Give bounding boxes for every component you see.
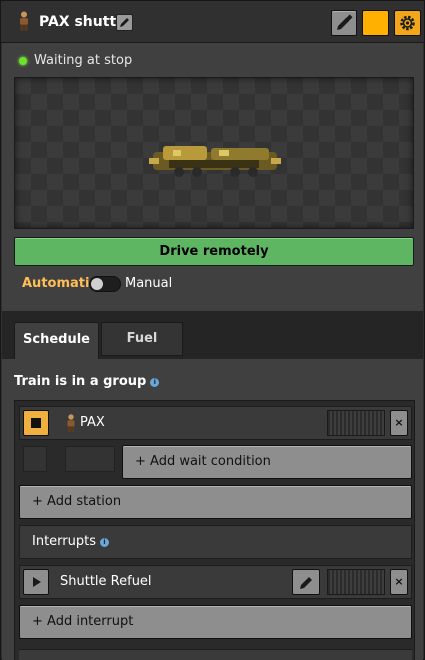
tab-fuel[interactable]: Fuel — [101, 322, 183, 356]
condition-slot — [23, 446, 47, 472]
list-footer — [19, 649, 412, 660]
add-station-button[interactable]: + Add station — [19, 485, 412, 519]
condition-slot — [65, 446, 115, 472]
schedule-list: PAX × + Add wait condition + Add station… — [14, 400, 415, 660]
drive-remotely-button[interactable]: Drive remotely — [14, 237, 414, 266]
train-preview[interactable] — [14, 77, 414, 229]
status-text: Waiting at stop — [34, 53, 133, 68]
color-picker-button[interactable] — [331, 10, 357, 36]
automatic-label[interactable]: Automatic — [22, 276, 97, 291]
rename-button[interactable] — [116, 14, 133, 31]
play-icon — [33, 577, 41, 587]
pencil-icon — [120, 18, 129, 27]
interrupt-name[interactable]: Shuttle Refuel — [60, 574, 152, 589]
remove-station-button[interactable]: × — [390, 410, 408, 436]
mode-toggle-switch[interactable] — [89, 276, 121, 292]
info-icon[interactable]: i — [150, 378, 160, 387]
train-overview: Waiting at stop Drive remotely Automatic — [2, 43, 423, 311]
gear-icon — [400, 15, 415, 31]
add-interrupt-button[interactable]: + Add interrupt — [19, 605, 412, 639]
station-name[interactable]: PAX — [80, 415, 105, 430]
stop-toggle-button[interactable] — [23, 410, 49, 436]
interrupt-item[interactable]: Shuttle Refuel × — [19, 565, 412, 599]
interrupts-label: Interrupts i — [32, 534, 109, 549]
interrupts-header: Interrupts i — [19, 525, 412, 559]
settings-button[interactable] — [394, 10, 421, 36]
title-bar[interactable]: PAX shuttle — [1, 1, 424, 43]
train-window: PAX shuttle Waiting at stop Drive remote… — [0, 0, 425, 660]
person-icon — [20, 11, 28, 31]
status-indicator-icon — [19, 57, 27, 65]
schedule-record[interactable]: PAX × — [19, 406, 412, 440]
locomotive-icon — [149, 146, 281, 177]
interrupts-label-text: Interrupts — [32, 534, 96, 549]
progress-bar — [327, 410, 385, 436]
group-label-text: Train is in a group — [14, 374, 147, 389]
edit-interrupt-button[interactable] — [292, 569, 320, 595]
eyedropper-icon — [337, 14, 353, 30]
info-icon[interactable]: i — [100, 538, 109, 547]
train-color-button[interactable] — [362, 10, 389, 36]
schedule-panel: Train is in a group i PAX × + Add wait c… — [2, 359, 423, 660]
tab-schedule[interactable]: Schedule — [14, 322, 99, 359]
add-wait-condition-button[interactable]: + Add wait condition — [122, 445, 412, 479]
tab-bar: Schedule Fuel — [2, 311, 423, 359]
remove-interrupt-button[interactable]: × — [390, 569, 408, 595]
group-label: Train is in a group i — [14, 374, 160, 389]
person-icon — [67, 414, 75, 432]
manual-label[interactable]: Manual — [125, 276, 172, 291]
play-button[interactable] — [23, 569, 49, 595]
progress-bar — [327, 569, 385, 595]
pencil-icon — [300, 577, 312, 589]
stop-icon — [31, 418, 41, 428]
toggle-knob — [91, 278, 103, 290]
